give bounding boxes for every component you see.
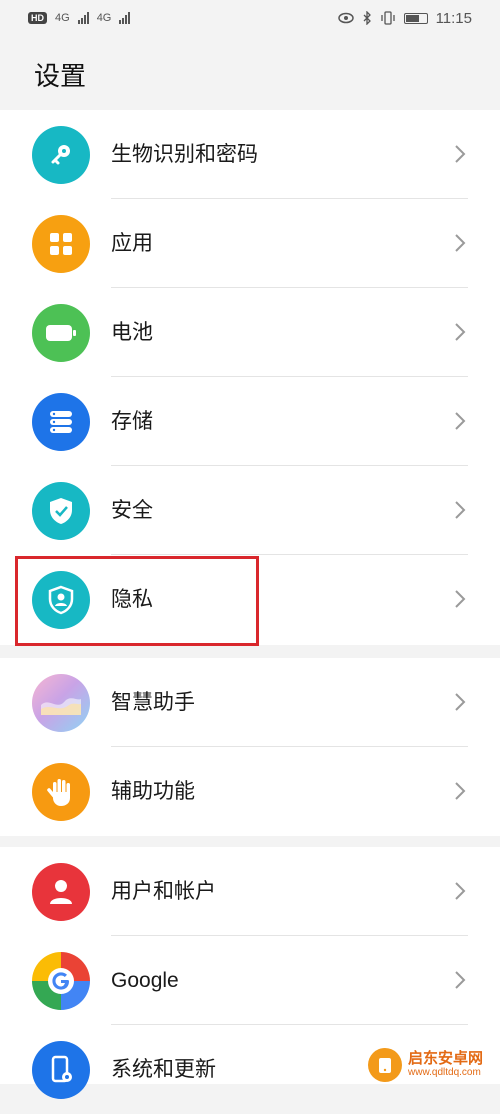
chevron-right-icon bbox=[455, 501, 466, 519]
signal-icon bbox=[77, 12, 89, 24]
battery-icon bbox=[403, 12, 428, 24]
assistant-icon bbox=[32, 674, 90, 732]
chevron-right-icon bbox=[455, 145, 466, 163]
hd-badge: HD bbox=[28, 12, 47, 24]
settings-item-battery[interactable]: 电池 bbox=[0, 288, 500, 377]
status-left: HD 4G 4G bbox=[28, 12, 131, 24]
shield-check-icon bbox=[32, 482, 90, 540]
signal-icon bbox=[119, 12, 131, 24]
hand-icon bbox=[32, 763, 90, 821]
bluetooth-icon bbox=[363, 11, 371, 25]
chevron-right-icon bbox=[455, 882, 466, 900]
item-label: 辅助功能 bbox=[111, 780, 195, 803]
clock: 11:15 bbox=[435, 9, 472, 27]
status-bar: HD 4G 4G 11:15 bbox=[0, 0, 500, 36]
status-right: 11:15 bbox=[337, 9, 472, 27]
settings-section-2: 智慧助手 辅助功能 bbox=[0, 658, 500, 836]
item-label: Google bbox=[111, 969, 179, 992]
storage-icon bbox=[32, 393, 90, 451]
highlight-box bbox=[15, 556, 259, 646]
chevron-right-icon bbox=[455, 782, 466, 800]
battery-icon bbox=[32, 304, 90, 362]
item-label: 电池 bbox=[111, 321, 153, 344]
item-label: 应用 bbox=[111, 232, 153, 255]
settings-item-biometrics[interactable]: 生物识别和密码 bbox=[0, 110, 500, 199]
chevron-right-icon bbox=[455, 412, 466, 430]
network-label-2: 4G bbox=[96, 12, 112, 24]
vibrate-icon bbox=[380, 11, 395, 25]
chevron-right-icon bbox=[455, 693, 466, 711]
item-label: 存储 bbox=[111, 410, 153, 433]
chevron-right-icon bbox=[455, 971, 466, 989]
item-label: 用户和帐户 bbox=[111, 880, 216, 903]
page-title: 设置 bbox=[34, 61, 87, 91]
item-label: 智慧助手 bbox=[111, 691, 195, 714]
settings-item-assistant[interactable]: 智慧助手 bbox=[0, 658, 500, 747]
key-icon bbox=[32, 126, 90, 184]
apps-grid-icon bbox=[32, 215, 90, 273]
settings-item-storage[interactable]: 存储 bbox=[0, 377, 500, 466]
item-label: 系统和更新 bbox=[111, 1058, 216, 1081]
system-update-icon bbox=[32, 1041, 90, 1099]
settings-item-apps[interactable]: 应用 bbox=[0, 199, 500, 288]
watermark-text: 启东安卓网 bbox=[408, 1049, 484, 1067]
network-label-1: 4G bbox=[55, 12, 70, 24]
watermark: 启东安卓网 www.qdltdq.com bbox=[368, 1045, 500, 1084]
user-icon bbox=[32, 863, 90, 921]
watermark-url: www.qdltdq.com bbox=[408, 1067, 481, 1079]
item-label: 安全 bbox=[111, 499, 153, 522]
settings-item-google[interactable]: Google bbox=[0, 936, 500, 1025]
chevron-right-icon bbox=[455, 234, 466, 252]
settings-item-accessibility[interactable]: 辅助功能 bbox=[0, 747, 500, 836]
watermark-logo-icon bbox=[368, 1047, 402, 1082]
eye-icon bbox=[337, 12, 354, 24]
settings-item-security[interactable]: 安全 bbox=[0, 466, 500, 555]
settings-item-users-accounts[interactable]: 用户和帐户 bbox=[0, 847, 500, 936]
chevron-right-icon bbox=[455, 590, 466, 608]
google-icon bbox=[32, 952, 90, 1010]
item-label: 生物识别和密码 bbox=[111, 143, 258, 166]
chevron-right-icon bbox=[455, 323, 466, 341]
header: 设置 bbox=[0, 36, 500, 110]
